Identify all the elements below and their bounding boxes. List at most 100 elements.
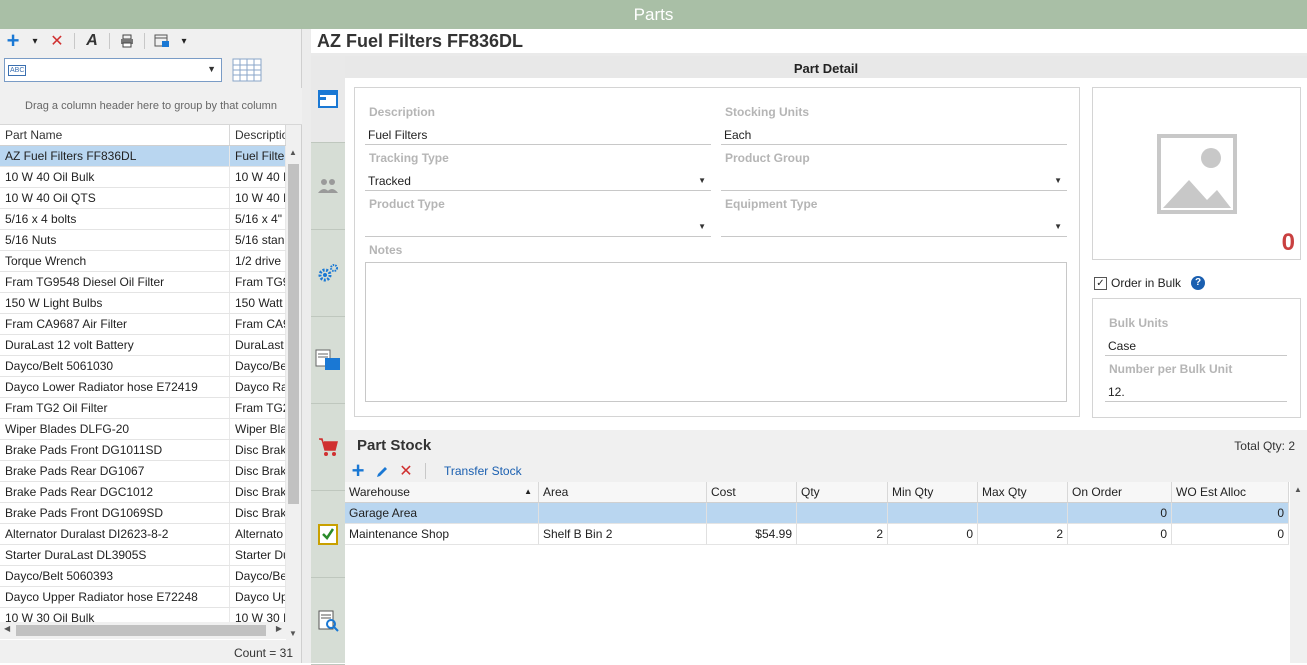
tab-tasks[interactable] <box>311 491 345 578</box>
table-row[interactable]: Dayco/Belt 5060393 Dayco/Be <box>0 566 286 587</box>
search-input[interactable] <box>28 60 209 80</box>
table-row[interactable]: Dayco Upper Radiator hose E72248 Dayco Up <box>0 587 286 608</box>
record-count: Count = 31 <box>233 646 293 660</box>
group-by-area[interactable]: Drag a column header here to group by th… <box>0 88 302 125</box>
edit-icon[interactable] <box>373 461 391 481</box>
stock-vertical-scrollbar[interactable]: ▲ <box>1290 482 1307 663</box>
column-header-description[interactable]: Description <box>230 125 286 145</box>
delete-stock-icon[interactable]: ✕ <box>397 461 415 481</box>
tab-history[interactable] <box>311 578 345 665</box>
cart-icon <box>319 438 338 456</box>
part-name-cell: Brake Pads Rear DGC1012 <box>0 482 230 502</box>
table-row[interactable]: AZ Fuel Filters FF836DL Fuel Filter <box>0 146 286 167</box>
tab-documents[interactable] <box>311 317 345 404</box>
layout-dropdown-icon[interactable]: ▾ <box>175 31 193 51</box>
chevron-down-icon[interactable]: ▼ <box>698 218 706 236</box>
add-dropdown-icon[interactable]: ▾ <box>26 31 44 51</box>
section-title: Part Detail <box>345 56 1307 78</box>
part-image[interactable]: 0 <box>1092 87 1301 260</box>
help-icon[interactable]: ? <box>1191 276 1206 290</box>
scroll-left-icon[interactable]: ◀ <box>4 624 10 633</box>
table-row[interactable]: Wiper Blades DLFG-20 Wiper Bla <box>0 419 286 440</box>
table-row[interactable]: 5/16 x 4 bolts 5/16 x 4" <box>0 209 286 230</box>
tab-orders[interactable] <box>311 404 345 491</box>
detail-content: Part Detail Description Fuel Filters Sto… <box>345 56 1307 663</box>
notes-textarea[interactable] <box>365 262 1067 402</box>
description-cell: Fram TG2 <box>230 398 286 418</box>
stock-grid: Warehouse ▲ Area Cost Qty Min Qty Max Qty… <box>345 482 1290 545</box>
column-header-qty[interactable]: Qty <box>797 482 888 503</box>
table-row[interactable]: Brake Pads Rear DG1067 Disc Brak <box>0 461 286 482</box>
number-per-bulk-field[interactable]: 12. <box>1105 383 1287 402</box>
add-icon[interactable]: + <box>4 28 22 53</box>
description-cell: 10 W 40 I <box>230 188 286 208</box>
table-row[interactable]: Fram TG9548 Diesel Oil Filter Fram TG9 <box>0 272 286 293</box>
chevron-down-icon[interactable]: ▼ <box>1054 172 1062 190</box>
description-field[interactable]: Fuel Filters <box>365 126 711 145</box>
column-chooser-icon[interactable] <box>232 58 262 82</box>
scroll-right-icon[interactable]: ▶ <box>276 624 282 633</box>
column-header-on-order[interactable]: On Order <box>1068 482 1172 503</box>
table-row[interactable]: Fram TG2 Oil Filter Fram TG2 <box>0 398 286 419</box>
table-row[interactable]: Dayco/Belt 5061030 Dayco/Be <box>0 356 286 377</box>
tab-settings[interactable] <box>311 230 345 317</box>
column-header-min-qty[interactable]: Min Qty <box>888 482 978 503</box>
column-header-cost[interactable]: Cost <box>707 482 797 503</box>
chevron-down-icon[interactable]: ▼ <box>207 64 216 74</box>
chevron-down-icon[interactable]: ▼ <box>1054 218 1062 236</box>
table-row[interactable]: Alternator Duralast DI2623-8-2 Alternato <box>0 524 286 545</box>
part-title: AZ Fuel Filters FF836DL <box>311 29 1307 53</box>
table-row[interactable]: Fram CA9687 Air Filter Fram CA9 <box>0 314 286 335</box>
chevron-down-icon[interactable]: ▼ <box>698 172 706 190</box>
column-header-warehouse[interactable]: Warehouse ▲ <box>345 482 539 503</box>
product-group-select[interactable]: ▼ <box>721 172 1067 191</box>
scroll-thumb[interactable] <box>16 625 266 636</box>
bulk-units-field[interactable]: Case <box>1105 337 1287 356</box>
people-icon <box>318 179 338 193</box>
parts-horizontal-scrollbar[interactable]: ◀ ▶ <box>0 622 286 639</box>
tab-vendors[interactable] <box>311 143 345 230</box>
product-type-select[interactable]: ▼ <box>365 218 711 237</box>
parts-vertical-scrollbar[interactable]: ▲ ▼ <box>286 146 301 640</box>
stocking-units-field[interactable]: Each <box>721 126 1067 145</box>
delete-icon[interactable]: ✕ <box>48 31 66 51</box>
table-row[interactable]: Starter DuraLast DL3905S Starter Du <box>0 545 286 566</box>
add-stock-icon[interactable]: + <box>349 458 367 483</box>
table-row[interactable]: Brake Pads Front DG1011SD Disc Brak <box>0 440 286 461</box>
column-header-area[interactable]: Area <box>539 482 707 503</box>
table-row[interactable]: Dayco Lower Radiator hose E72419 Dayco Ra <box>0 377 286 398</box>
tracking-type-select[interactable]: Tracked ▼ <box>365 172 711 191</box>
column-header-wo-est-alloc[interactable]: WO Est Alloc <box>1172 482 1289 503</box>
product-group-label: Product Group <box>725 151 810 165</box>
scroll-up-icon[interactable]: ▲ <box>289 148 297 157</box>
table-row[interactable]: Maintenance Shop Shelf B Bin 2 $54.99 2 0 2 0 0 <box>345 524 1290 545</box>
table-row[interactable]: DuraLast 12 volt Battery DuraLast <box>0 335 286 356</box>
column-header-part-name[interactable]: Part Name <box>0 125 230 145</box>
layout-icon[interactable] <box>153 31 171 51</box>
column-header-max-qty[interactable]: Max Qty <box>978 482 1068 503</box>
spell-check-icon[interactable]: A <box>83 31 101 51</box>
print-icon[interactable] <box>118 31 136 51</box>
table-row[interactable]: Garage Area 0 0 <box>345 503 1290 524</box>
scroll-down-icon[interactable]: ▼ <box>289 629 297 638</box>
table-row[interactable]: 10 W 40 Oil QTS 10 W 40 I <box>0 188 286 209</box>
scroll-up-icon[interactable]: ▲ <box>1294 485 1302 494</box>
panel-splitter[interactable] <box>302 29 311 663</box>
transfer-stock-button[interactable]: Transfer Stock <box>444 464 522 478</box>
table-row[interactable]: 150 W Light Bulbs 150 Watt <box>0 293 286 314</box>
table-row[interactable]: Brake Pads Front DG1069SD Disc Brak <box>0 503 286 524</box>
part-name-cell: Fram TG9548 Diesel Oil Filter <box>0 272 230 292</box>
table-row[interactable]: 10 W 40 Oil Bulk 10 W 40 I <box>0 167 286 188</box>
table-row[interactable]: Torque Wrench 1/2 drive <box>0 251 286 272</box>
table-row[interactable]: 5/16 Nuts 5/16 stan <box>0 230 286 251</box>
tab-part-detail[interactable] <box>311 56 345 143</box>
search-combo[interactable]: ABC ▼ <box>4 58 222 82</box>
scroll-thumb[interactable] <box>288 164 299 504</box>
order-in-bulk-checkbox[interactable]: ✓ <box>1094 276 1107 290</box>
abc-icon: ABC <box>8 64 27 76</box>
table-row[interactable]: Brake Pads Rear DGC1012 Disc Brak <box>0 482 286 503</box>
area-cell: Shelf B Bin 2 <box>539 524 707 545</box>
part-form: Description Fuel Filters Stocking Units … <box>354 87 1080 417</box>
description-cell: Alternato <box>230 524 286 544</box>
equipment-type-select[interactable]: ▼ <box>721 218 1067 237</box>
